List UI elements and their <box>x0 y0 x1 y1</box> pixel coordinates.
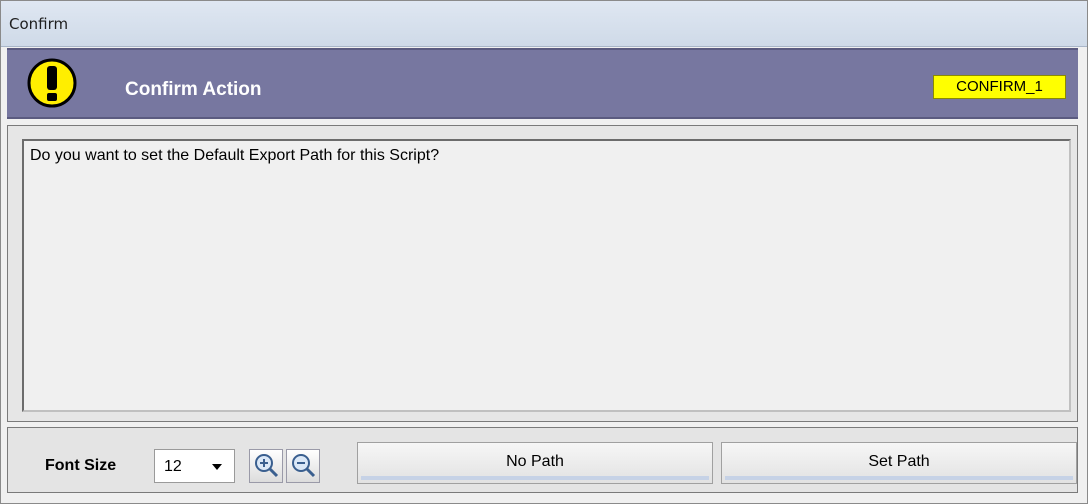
font-size-label: Font Size <box>45 457 117 474</box>
zoom-out-button[interactable] <box>286 449 320 483</box>
dialog-heading: Confirm Action <box>125 79 262 100</box>
header-banner: Confirm Action CONFIRM_1 <box>7 48 1078 119</box>
dialog-code-badge: CONFIRM_1 <box>933 75 1066 99</box>
window-title: Confirm <box>9 15 69 33</box>
zoom-out-icon <box>292 454 316 478</box>
font-size-select[interactable]: 12 <box>154 449 235 483</box>
message-area: Do you want to set the Default Export Pa… <box>22 139 1071 412</box>
message-text: Do you want to set the Default Export Pa… <box>30 147 440 164</box>
warning-icon <box>27 58 77 108</box>
set-path-button[interactable]: Set Path <box>721 442 1077 484</box>
chevron-down-icon <box>212 464 222 470</box>
zoom-in-icon <box>255 454 279 478</box>
no-path-button[interactable]: No Path <box>357 442 713 484</box>
title-bar[interactable]: Confirm <box>1 1 1087 47</box>
zoom-in-button[interactable] <box>249 449 283 483</box>
font-size-value: 12 <box>164 458 182 475</box>
